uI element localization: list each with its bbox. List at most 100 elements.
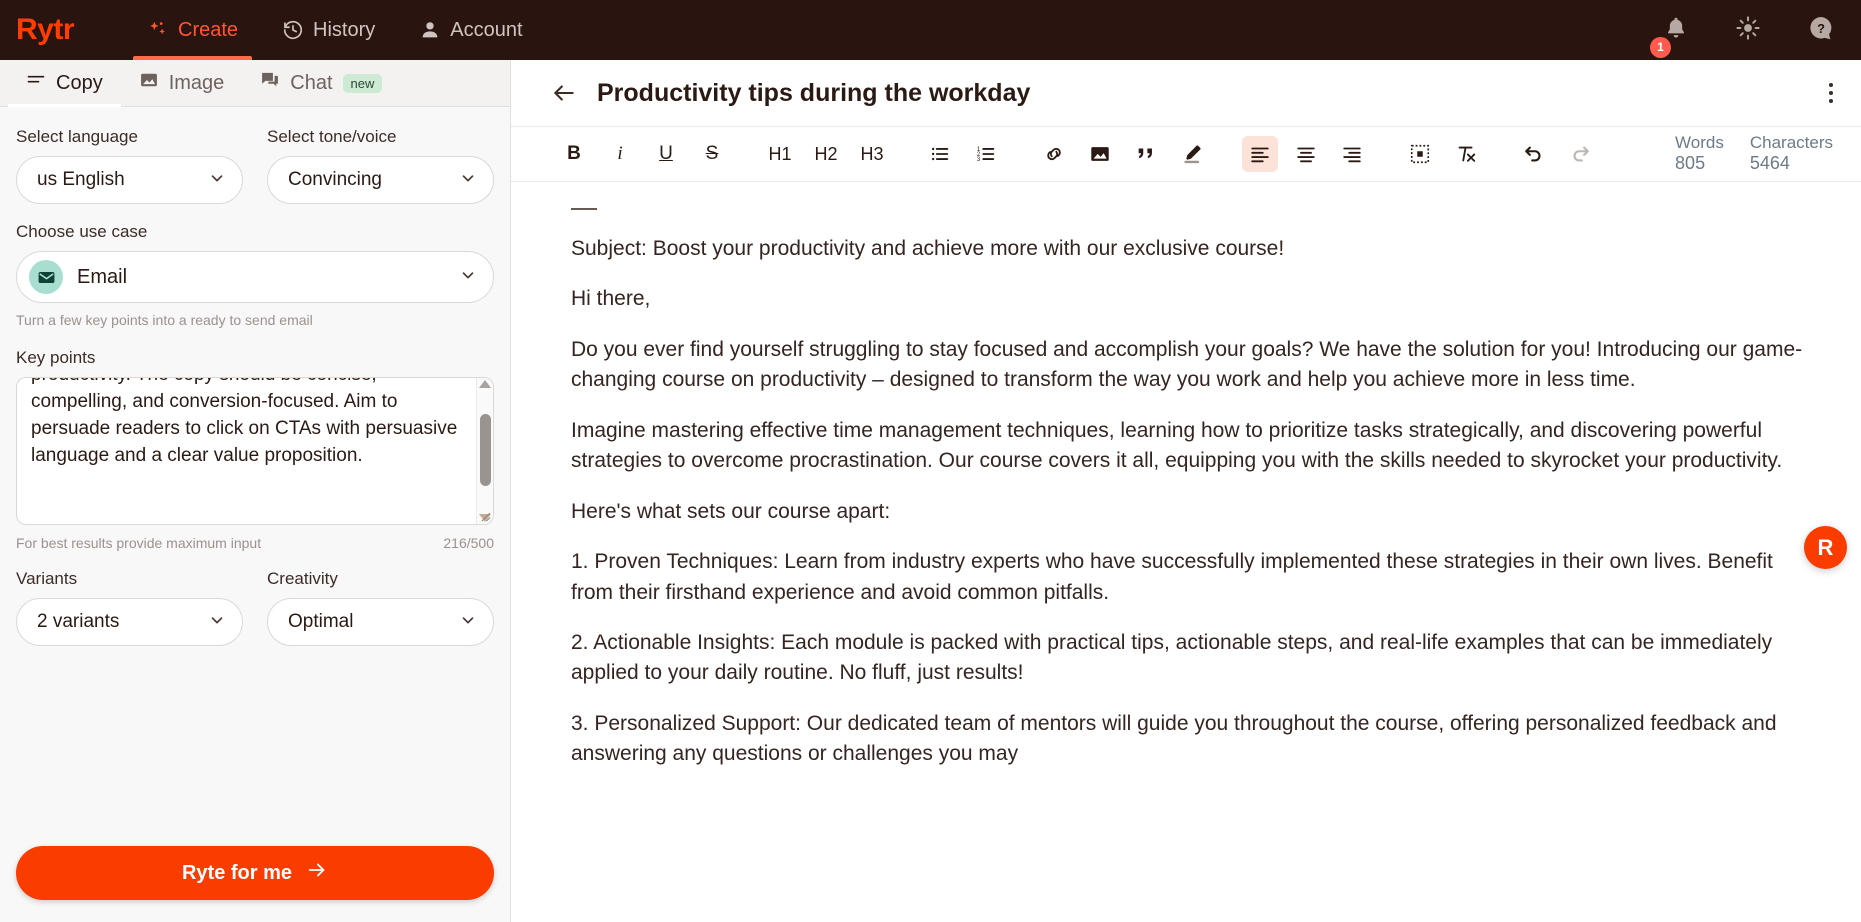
document-editor-body[interactable]: Subject: Boost your productivity and ach… [511, 182, 1861, 922]
characters-counter-label: Characters [1749, 133, 1833, 153]
creativity-label: Creativity [267, 569, 338, 588]
clear-formatting-icon[interactable] [1448, 136, 1484, 172]
nav-item-history-label: History [313, 18, 376, 41]
nav-item-create[interactable]: Create [125, 0, 260, 60]
heading-2-button[interactable]: H2 [808, 136, 844, 172]
app-root: Rytr Create History Account 1 ? Copy Ima… [0, 0, 1861, 922]
tab-chat-new-badge: new [342, 73, 383, 93]
primary-nav-items: Create History Account [125, 0, 545, 60]
use-case-hint: Turn a few key points into a ready to se… [16, 312, 313, 328]
chevron-down-icon [459, 611, 477, 634]
tab-chat[interactable]: Chat new [242, 60, 400, 107]
quote-icon[interactable] [1128, 136, 1164, 172]
editor-paragraph: 2. Actionable Insights: Each module is p… [571, 630, 1773, 685]
bullet-list-icon[interactable] [922, 136, 958, 172]
language-select-value: us English [37, 169, 125, 190]
image-icon[interactable] [1082, 136, 1118, 172]
redo-icon[interactable] [1562, 136, 1598, 172]
theme-toggle-button[interactable] [1735, 15, 1761, 46]
editor-paragraph: Here's what sets our course apart: [571, 499, 891, 523]
creativity-select-value: Optimal [288, 611, 354, 632]
textarea-resize-handle[interactable] [477, 508, 491, 522]
strikethrough-button[interactable]: S [694, 136, 730, 172]
notifications-button[interactable]: 1 [1650, 15, 1689, 58]
italic-button[interactable]: i [602, 136, 638, 172]
editor-paragraph: 3. Personalized Support: Our dedicated t… [571, 711, 1777, 766]
bold-button[interactable]: B [556, 136, 592, 172]
scrollbar-track[interactable] [477, 388, 493, 514]
language-label: Select language [16, 127, 138, 146]
use-case-select[interactable]: Email [16, 251, 494, 303]
underline-button[interactable]: U [648, 136, 684, 172]
use-case-field: Choose use case Email Turn a few key poi… [16, 222, 494, 328]
horizontal-rule [571, 208, 597, 210]
scrollbar-thumb[interactable] [479, 414, 491, 486]
editor-paragraph: Do you ever find yourself struggling to … [571, 337, 1803, 392]
align-center-icon[interactable] [1288, 136, 1324, 172]
svg-text:?: ? [1817, 21, 1825, 36]
tone-label: Select tone/voice [267, 127, 397, 146]
editor-paragraph: Imagine mastering effective time managem… [571, 418, 1783, 473]
tab-copy[interactable]: Copy [8, 60, 121, 107]
left-panel-tabs: Copy Image Chat new [0, 60, 510, 107]
use-case-label: Choose use case [16, 222, 148, 241]
brand-logo[interactable]: Rytr [0, 0, 125, 60]
main-body: Copy Image Chat new Select language us E… [0, 60, 1861, 922]
chevron-down-icon [208, 169, 226, 192]
chevron-down-icon [459, 266, 477, 289]
language-field: Select language us English [16, 127, 243, 204]
editor-paragraph: Hi there, [571, 287, 651, 311]
ryte-for-me-label: Ryte for me [181, 861, 293, 884]
ryte-for-me-button[interactable]: Ryte for me [16, 846, 494, 900]
word-character-counters: Words 805 Characters 5464 [1675, 133, 1847, 174]
nav-item-create-label: Create [178, 18, 239, 41]
document-title[interactable]: Productivity tips during the workday [597, 79, 1803, 108]
use-case-value: Email [77, 265, 128, 288]
nav-item-history[interactable]: History [260, 0, 397, 60]
tab-image[interactable]: Image [121, 60, 243, 107]
words-counter: Words 805 [1675, 133, 1724, 174]
sparkle-icon [147, 19, 169, 41]
key-points-scrollbar[interactable] [476, 378, 493, 524]
top-nav-actions: 1 ? [1650, 0, 1861, 60]
rytr-support-fab[interactable]: R [1804, 526, 1847, 569]
undo-icon[interactable] [1516, 136, 1552, 172]
pen-highlight-icon[interactable] [1174, 136, 1210, 172]
tab-image-label: Image [168, 71, 225, 94]
language-select[interactable]: us English [16, 156, 243, 204]
editor-panel: Productivity tips during the workday B i… [511, 60, 1861, 922]
key-points-label: Key points [16, 348, 96, 367]
heading-1-button[interactable]: H1 [762, 136, 798, 172]
dashed-box-icon[interactable] [1402, 136, 1438, 172]
variants-select[interactable]: 2 variants [16, 598, 243, 646]
key-points-footer: For best results provide maximum input 2… [16, 535, 494, 551]
arrow-left-icon[interactable] [551, 80, 577, 106]
link-icon[interactable] [1036, 136, 1072, 172]
scroll-up-arrow-icon[interactable] [479, 380, 491, 388]
tone-field: Select tone/voice Convincing [267, 127, 494, 204]
words-counter-value: 805 [1675, 153, 1706, 174]
characters-counter-value: 5464 [1749, 153, 1790, 174]
align-left-icon[interactable] [1242, 136, 1278, 172]
key-points-field: Key points productivity. The copy should… [16, 348, 494, 551]
key-points-textarea[interactable]: productivity. The copy should be concise… [16, 377, 494, 525]
characters-counter: Characters 5464 [1750, 133, 1833, 174]
kebab-menu-icon[interactable] [1823, 77, 1839, 109]
person-icon [419, 19, 441, 41]
numbered-list-icon[interactable]: 1 2 3 [968, 136, 1004, 172]
key-points-hint: For best results provide maximum input [16, 535, 262, 551]
brand-logo-text: Rytr [16, 13, 75, 46]
help-button[interactable]: ? [1807, 14, 1835, 47]
chevron-down-icon [208, 611, 226, 634]
notification-count-badge: 1 [1650, 36, 1671, 58]
key-points-value: productivity. The copy should be concise… [31, 378, 458, 466]
variants-creativity-row: Variants 2 variants Creativity Optimal [16, 569, 494, 646]
sun-theme-icon [1735, 15, 1761, 46]
left-panel: Copy Image Chat new Select language us E… [0, 60, 511, 922]
heading-3-button[interactable]: H3 [854, 136, 890, 172]
creativity-select[interactable]: Optimal [267, 598, 494, 646]
chevron-down-icon [459, 169, 477, 192]
align-right-icon[interactable] [1334, 136, 1370, 172]
tone-select[interactable]: Convincing [267, 156, 494, 204]
nav-item-account[interactable]: Account [397, 0, 544, 60]
